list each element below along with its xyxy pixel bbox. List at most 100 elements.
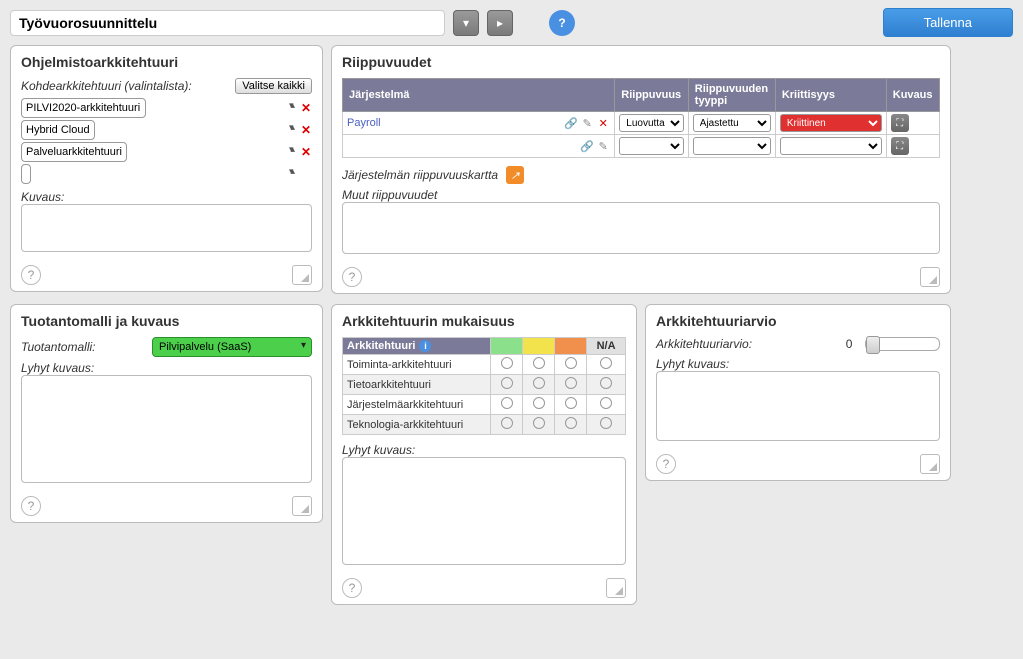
comp-desc-label: Lyhyt kuvaus: xyxy=(342,443,626,457)
other-deps-label: Muut riippuvuudet xyxy=(342,188,940,202)
link-icon[interactable]: 🔗 xyxy=(580,139,594,153)
delete-icon[interactable]: ✕ xyxy=(596,116,610,130)
panel-help-button[interactable]: ? xyxy=(342,578,362,598)
arch-desc-label: Kuvaus: xyxy=(21,190,312,204)
help-icon: ? xyxy=(558,16,565,30)
radio[interactable] xyxy=(565,417,577,429)
slider-handle[interactable] xyxy=(866,336,880,354)
table-row: Tietoarkkitehtuuri xyxy=(343,375,626,395)
deptype-select[interactable] xyxy=(693,137,771,155)
radio[interactable] xyxy=(600,417,612,429)
review-label: Arkkitehtuuriarvio: xyxy=(656,337,752,351)
dependency-map-label: Järjestelmän riippuvuuskartta xyxy=(342,168,498,182)
table-row: Toiminta-arkkitehtuuri xyxy=(343,355,626,375)
table-row: Teknologia-arkkitehtuuri xyxy=(343,415,626,435)
radio[interactable] xyxy=(533,357,545,369)
radio[interactable] xyxy=(501,417,513,429)
edit-icon[interactable]: ✎ xyxy=(580,116,594,130)
next-button[interactable]: ▸ xyxy=(487,10,513,36)
info-icon[interactable]: i xyxy=(419,340,431,352)
radio[interactable] xyxy=(600,377,612,389)
comp-desc-textarea[interactable] xyxy=(342,457,626,565)
expand-button[interactable]: ⛶ xyxy=(891,114,909,132)
remove-arch-2[interactable]: ✕ xyxy=(300,145,312,159)
dep-select[interactable]: Luovutta xyxy=(619,114,684,132)
comp-col-na: N/A xyxy=(587,338,626,355)
note-icon[interactable] xyxy=(920,267,940,287)
remove-arch-1[interactable]: ✕ xyxy=(300,123,312,137)
table-row: Payroll 🔗 ✎ ✕ Luovutta Ajastettu Kriitti… xyxy=(343,112,940,135)
panel-heading: Ohjelmistoarkkitehtuuri xyxy=(21,54,312,70)
col-dep: Riippuvuus xyxy=(615,79,689,112)
edit-icon[interactable]: ✎ xyxy=(596,139,610,153)
arch-select-0[interactable]: PILVI2020-arkkitehtuuri xyxy=(21,98,146,118)
panel-help-button[interactable]: ? xyxy=(342,267,362,287)
target-arch-label: Kohdearkkitehtuuri (valintalista): xyxy=(21,79,192,93)
prod-model-select[interactable]: Pilvipalvelu (SaaS) xyxy=(152,337,312,357)
radio[interactable] xyxy=(565,357,577,369)
comp-col-green xyxy=(491,338,523,355)
panel-help-button[interactable]: ? xyxy=(21,265,41,285)
review-slider[interactable] xyxy=(865,337,940,351)
note-icon[interactable] xyxy=(606,578,626,598)
map-icon[interactable]: ↗ xyxy=(506,166,524,184)
compliance-panel: Arkkitehtuurin mukaisuus Arkkitehtuuri i … xyxy=(331,304,637,605)
panel-help-button[interactable]: ? xyxy=(21,496,41,516)
link-icon[interactable]: 🔗 xyxy=(564,116,578,130)
other-deps-textarea[interactable] xyxy=(342,202,940,254)
radio[interactable] xyxy=(501,377,513,389)
arch-select-2[interactable]: Palveluarkkitehtuuri xyxy=(21,142,127,162)
expand-button[interactable]: ⛶ xyxy=(891,137,909,155)
radio[interactable] xyxy=(501,397,513,409)
dep-select[interactable] xyxy=(619,137,684,155)
criticality-select[interactable] xyxy=(780,137,882,155)
arch-desc-textarea[interactable] xyxy=(21,204,312,252)
note-icon[interactable] xyxy=(920,454,940,474)
panel-heading: Arkkitehtuurin mukaisuus xyxy=(342,313,626,329)
comp-col0: Arkkitehtuuri xyxy=(347,340,415,352)
radio[interactable] xyxy=(533,377,545,389)
panel-heading: Riippuvuudet xyxy=(342,54,940,70)
col-desc: Kuvaus xyxy=(886,79,939,112)
radio[interactable] xyxy=(565,397,577,409)
production-model-panel: Tuotantomalli ja kuvaus Tuotantomalli: P… xyxy=(10,304,323,523)
radio[interactable] xyxy=(533,397,545,409)
criticality-select[interactable]: Kriittinen xyxy=(780,114,882,132)
comp-col-orange xyxy=(555,338,587,355)
architecture-panel: Ohjelmistoarkkitehtuuri Kohdearkkitehtuu… xyxy=(10,45,323,292)
prod-desc-textarea[interactable] xyxy=(21,375,312,483)
note-icon[interactable] xyxy=(292,496,312,516)
deptype-select[interactable]: Ajastettu xyxy=(693,114,771,132)
select-all-button[interactable]: Valitse kaikki xyxy=(235,78,312,94)
col-system: Järjestelmä xyxy=(343,79,615,112)
dependencies-panel: Riippuvuudet Järjestelmä Riippuvuus Riip… xyxy=(331,45,951,294)
prod-model-label: Tuotantomalli: xyxy=(21,340,95,354)
page-title-input[interactable] xyxy=(10,10,445,36)
save-button[interactable]: Tallenna xyxy=(883,8,1013,37)
compliance-table: Arkkitehtuuri i N/A Toiminta-arkkitehtuur… xyxy=(342,337,626,435)
table-row: 🔗 ✎ ⛶ xyxy=(343,135,940,158)
remove-arch-0[interactable]: ✕ xyxy=(300,101,312,115)
note-icon[interactable] xyxy=(292,265,312,285)
table-row: Järjestelmäarkkitehtuuri xyxy=(343,395,626,415)
chevron-down-icon: ▾ xyxy=(463,16,469,30)
radio[interactable] xyxy=(533,417,545,429)
arch-select-3[interactable] xyxy=(21,164,31,184)
review-desc-textarea[interactable] xyxy=(656,371,940,441)
help-button[interactable]: ? xyxy=(549,10,575,36)
panel-heading: Tuotantomalli ja kuvaus xyxy=(21,313,312,329)
review-panel: Arkkitehtuuriarvio Arkkitehtuuriarvio: 0… xyxy=(645,304,951,481)
col-crit: Kriittisyys xyxy=(775,79,886,112)
system-link[interactable]: Payroll xyxy=(347,117,381,129)
radio[interactable] xyxy=(501,357,513,369)
arch-select-1[interactable]: Hybrid Cloud xyxy=(21,120,95,140)
radio[interactable] xyxy=(600,397,612,409)
col-deptype: Riippuvuuden tyyppi xyxy=(688,79,775,112)
dropdown-toggle-button[interactable]: ▾ xyxy=(453,10,479,36)
radio[interactable] xyxy=(565,377,577,389)
panel-heading: Arkkitehtuuriarvio xyxy=(656,313,940,329)
radio[interactable] xyxy=(600,357,612,369)
comp-col-yellow xyxy=(523,338,555,355)
prod-desc-label: Lyhyt kuvaus: xyxy=(21,361,312,375)
panel-help-button[interactable]: ? xyxy=(656,454,676,474)
